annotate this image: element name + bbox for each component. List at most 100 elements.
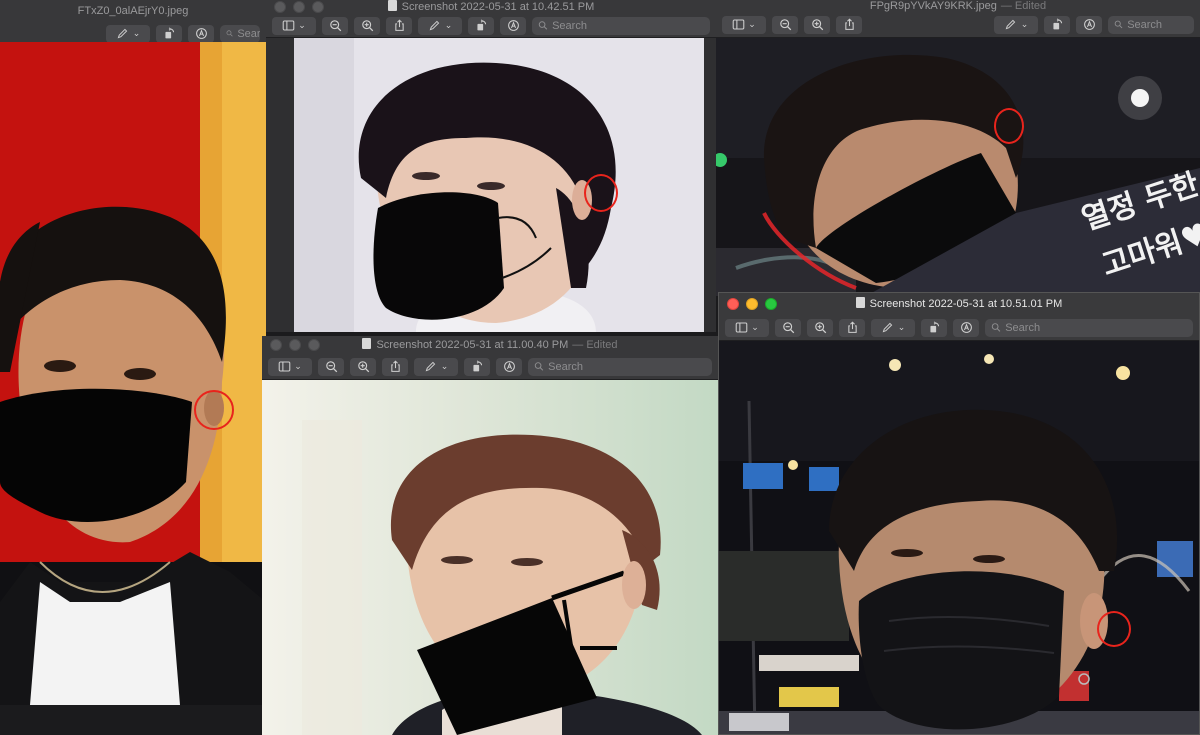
annotate-button[interactable] xyxy=(1076,15,1102,34)
image-canvas: 열정 두한 오늘 고마워♥ xyxy=(716,38,1200,296)
zoom-in-button[interactable] xyxy=(807,318,833,337)
rotate-icon xyxy=(163,27,176,40)
image-canvas xyxy=(266,38,716,332)
annotation-circle xyxy=(584,174,618,212)
markup-pen-icon xyxy=(881,321,894,334)
annotate-button[interactable] xyxy=(500,16,526,35)
photo-image xyxy=(0,42,266,705)
markup-pen-button[interactable]: ⌄ xyxy=(994,15,1038,34)
zoom-in-icon xyxy=(814,321,827,334)
sidebar-button[interactable]: ⌄ xyxy=(272,16,316,35)
window-titlebar[interactable]: FPgR9pYVkAY9KRK.jpeg — Edited xyxy=(716,0,1200,12)
zoom-out-button[interactable] xyxy=(772,15,798,34)
preview-window-screenshot-1100[interactable]: Screenshot 2022-05-31 at 11.00.40 PM — Ed… xyxy=(262,336,718,735)
rotate-icon xyxy=(475,19,488,32)
search-input[interactable] xyxy=(552,19,710,32)
rotate-button[interactable] xyxy=(464,357,490,376)
traffic-lights xyxy=(727,298,777,310)
close-button[interactable] xyxy=(727,298,739,310)
search-input[interactable] xyxy=(1005,321,1193,334)
window-title: FPgR9pYVkAY9KRK.jpeg xyxy=(869,0,997,12)
sidebar-button[interactable]: ⌄ xyxy=(722,15,766,34)
window-title: Screenshot 2022-05-31 at 11.00.40 PM xyxy=(376,339,569,351)
zoom-in-button[interactable] xyxy=(804,15,830,34)
image-canvas xyxy=(0,42,266,705)
zoom-out-button[interactable] xyxy=(322,16,348,35)
search-field[interactable] xyxy=(220,24,260,43)
zoom-in-button[interactable] xyxy=(350,357,376,376)
markup-pen-button[interactable]: ⌄ xyxy=(414,357,458,376)
annotate-icon xyxy=(507,19,520,32)
window-titlebar[interactable]: FTxZ0_0alAEjrY0.jpeg xyxy=(0,0,266,22)
search-input[interactable] xyxy=(548,360,712,373)
search-field[interactable] xyxy=(532,16,710,35)
markup-pen-icon xyxy=(1004,18,1017,31)
window-titlebar[interactable]: Screenshot 2022-05-31 at 10.51.01 PM xyxy=(719,293,1199,315)
search-input[interactable] xyxy=(237,27,260,40)
preview-window-screenshot-1051[interactable]: Screenshot 2022-05-31 at 10.51.01 PM ⌄ ⌄ xyxy=(718,292,1200,735)
search-icon xyxy=(226,28,233,39)
window-title: FTxZ0_0alAEjrY0.jpeg xyxy=(77,5,189,17)
annotation-circle xyxy=(1097,611,1131,647)
close-button[interactable] xyxy=(270,339,282,351)
share-icon xyxy=(846,321,859,334)
sidebar-icon xyxy=(278,360,291,373)
markup-pen-button[interactable]: ⌄ xyxy=(106,24,150,43)
search-field[interactable] xyxy=(985,318,1193,337)
sidebar-button[interactable]: ⌄ xyxy=(725,318,769,337)
zoom-button[interactable] xyxy=(765,298,777,310)
annotate-icon xyxy=(195,27,208,40)
share-button[interactable] xyxy=(839,318,865,337)
markup-pen-button[interactable]: ⌄ xyxy=(418,16,462,35)
rotate-button[interactable] xyxy=(156,24,182,43)
markup-pen-icon xyxy=(116,27,129,40)
zoom-out-button[interactable] xyxy=(775,318,801,337)
minimize-button[interactable] xyxy=(289,339,301,351)
share-button[interactable] xyxy=(386,16,412,35)
annotate-button[interactable] xyxy=(953,318,979,337)
share-button[interactable] xyxy=(836,15,862,34)
rotate-button[interactable] xyxy=(921,318,947,337)
annotate-icon xyxy=(960,321,973,334)
preview-window-ftxz0[interactable]: FTxZ0_0alAEjrY0.jpeg ⌄ xyxy=(0,0,266,705)
close-button[interactable] xyxy=(274,1,286,13)
zoom-out-icon xyxy=(325,360,338,373)
rotate-button[interactable] xyxy=(1044,15,1070,34)
window-toolbar: ⌄ ⌄ xyxy=(719,315,1199,341)
minimize-button[interactable] xyxy=(746,298,758,310)
rotate-icon xyxy=(928,321,941,334)
document-icon xyxy=(855,297,865,308)
zoom-out-button[interactable] xyxy=(318,357,344,376)
zoom-in-button[interactable] xyxy=(354,16,380,35)
window-toolbar: ⌄ ⌄ xyxy=(716,12,1200,38)
edited-label: — Edited xyxy=(572,339,618,351)
search-input[interactable] xyxy=(1127,18,1194,31)
annotate-button[interactable] xyxy=(496,357,522,376)
window-toolbar: ⌄ ⌄ xyxy=(262,354,718,380)
markup-pen-button[interactable]: ⌄ xyxy=(871,318,915,337)
preview-window-fpgr9[interactable]: FPgR9pYVkAY9KRK.jpeg — Edited ⌄ ⌄ Search… xyxy=(716,0,1200,296)
share-button[interactable] xyxy=(382,357,408,376)
annotate-button[interactable] xyxy=(188,24,214,43)
preview-window-screenshot-1042[interactable]: Screenshot 2022-05-31 at 10.42.51 PM ⌄ ⌄ xyxy=(266,0,716,332)
zoom-in-icon xyxy=(357,360,370,373)
search-field[interactable] xyxy=(1108,15,1194,34)
zoom-button[interactable] xyxy=(312,1,324,13)
markup-pen-icon xyxy=(428,19,441,32)
sidebar-icon xyxy=(732,18,745,31)
window-titlebar[interactable]: Screenshot 2022-05-31 at 11.00.40 PM — Ed… xyxy=(262,336,718,354)
zoom-out-icon xyxy=(782,321,795,334)
photo-image xyxy=(262,380,718,735)
document-icon xyxy=(362,338,372,349)
zoom-out-icon xyxy=(329,19,342,32)
sidebar-button[interactable]: ⌄ xyxy=(268,357,312,376)
rotate-button[interactable] xyxy=(468,16,494,35)
zoom-button[interactable] xyxy=(308,339,320,351)
minimize-button[interactable] xyxy=(293,1,305,13)
window-titlebar[interactable]: Screenshot 2022-05-31 at 10.42.51 PM xyxy=(266,0,716,14)
window-title: Screenshot 2022-05-31 at 10.51.01 PM xyxy=(869,298,1063,310)
share-icon xyxy=(393,19,406,32)
search-field[interactable] xyxy=(528,357,712,376)
document-icon xyxy=(387,0,397,11)
zoom-in-icon xyxy=(361,19,374,32)
